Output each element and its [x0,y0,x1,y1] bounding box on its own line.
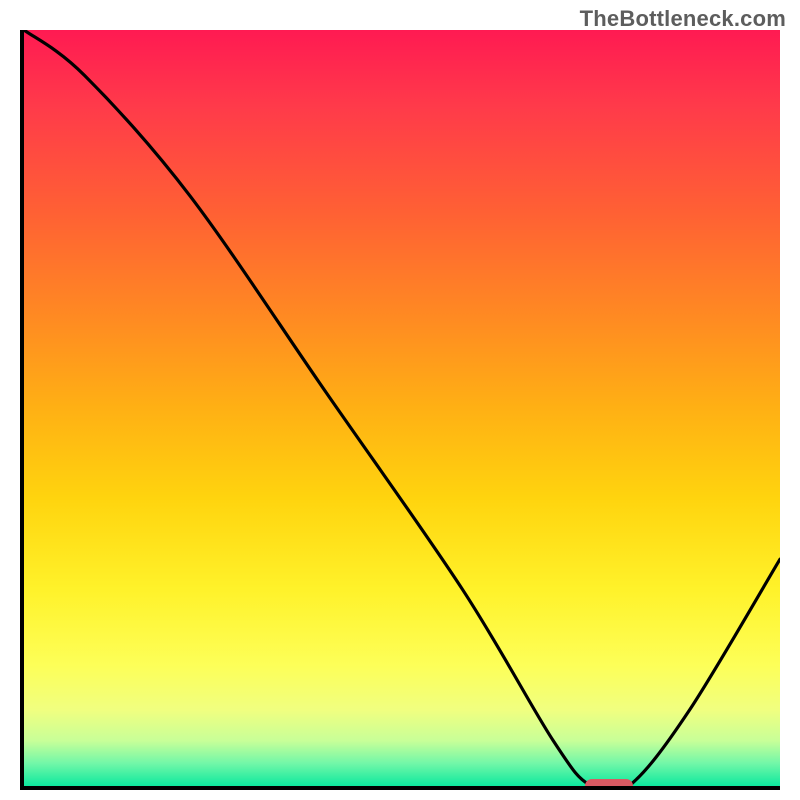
plot-area [20,30,780,790]
bottleneck-curve [24,30,780,786]
optimal-marker [585,779,633,790]
watermark: TheBottleneck.com [580,6,786,32]
chart-canvas: TheBottleneck.com [0,0,800,800]
